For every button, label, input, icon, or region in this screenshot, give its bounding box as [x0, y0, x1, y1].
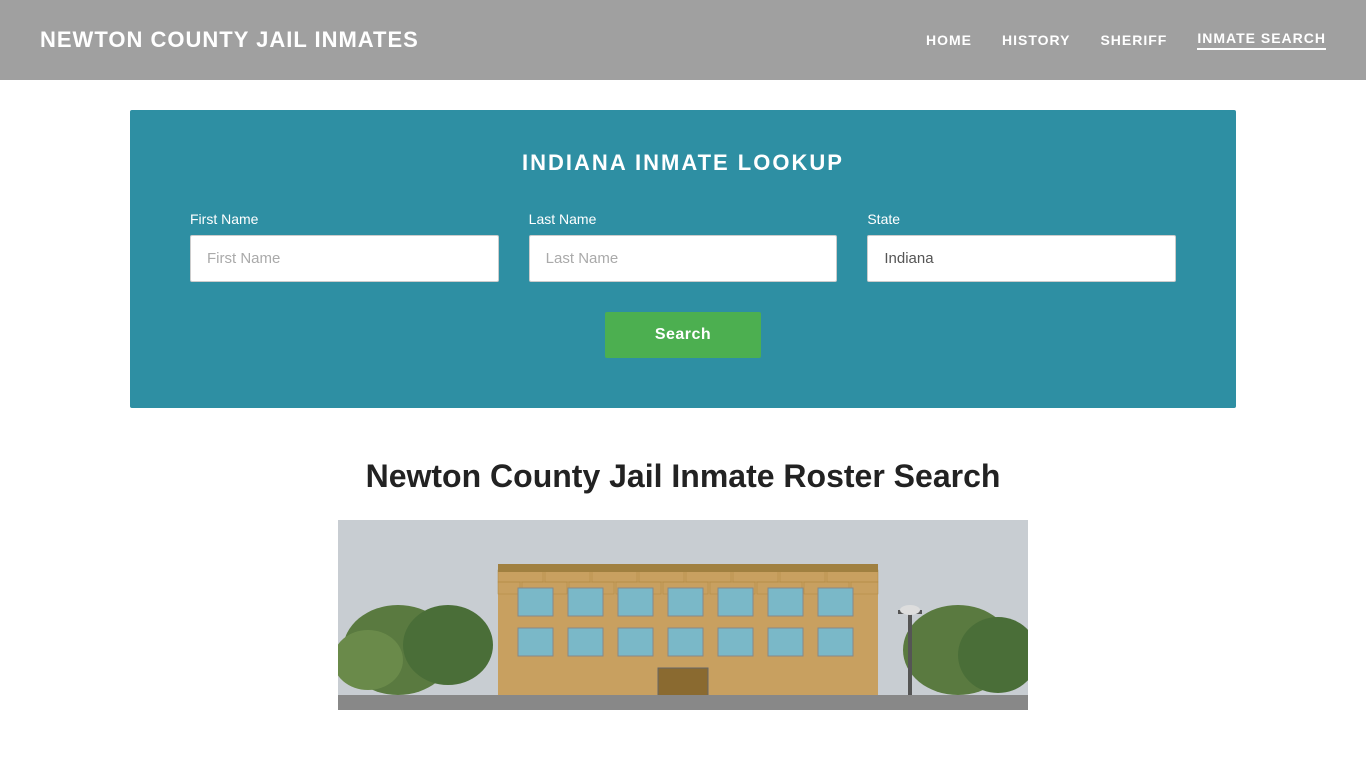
form-row: First Name Last Name State: [190, 211, 1176, 282]
last-name-input[interactable]: [529, 235, 838, 282]
first-name-label: First Name: [190, 211, 499, 227]
state-group: State: [867, 211, 1176, 282]
nav-sheriff[interactable]: SHERIFF: [1100, 32, 1167, 48]
jail-image-container: [40, 520, 1326, 710]
main-nav: HOME HISTORY SHERIFF INMATE SEARCH: [926, 30, 1326, 50]
first-name-input[interactable]: [190, 235, 499, 282]
search-btn-row: Search: [190, 312, 1176, 358]
nav-history[interactable]: HISTORY: [1002, 32, 1070, 48]
content-section: Newton County Jail Inmate Roster Search: [0, 408, 1366, 730]
state-label: State: [867, 211, 1176, 227]
first-name-group: First Name: [190, 211, 499, 282]
site-header: NEWTON COUNTY JAIL INMATES HOME HISTORY …: [0, 0, 1366, 80]
sub-header: [0, 80, 1366, 110]
search-button[interactable]: Search: [605, 312, 761, 358]
lookup-title: INDIANA INMATE LOOKUP: [190, 150, 1176, 176]
nav-inmate-search[interactable]: INMATE SEARCH: [1197, 30, 1326, 50]
inmate-lookup-section: INDIANA INMATE LOOKUP First Name Last Na…: [130, 110, 1236, 408]
nav-home[interactable]: HOME: [926, 32, 972, 48]
section-title: Newton County Jail Inmate Roster Search: [40, 458, 1326, 495]
last-name-group: Last Name: [529, 211, 838, 282]
last-name-label: Last Name: [529, 211, 838, 227]
state-input[interactable]: [867, 235, 1176, 282]
site-title: NEWTON COUNTY JAIL INMATES: [40, 27, 419, 53]
jail-building-image: [338, 520, 1028, 710]
